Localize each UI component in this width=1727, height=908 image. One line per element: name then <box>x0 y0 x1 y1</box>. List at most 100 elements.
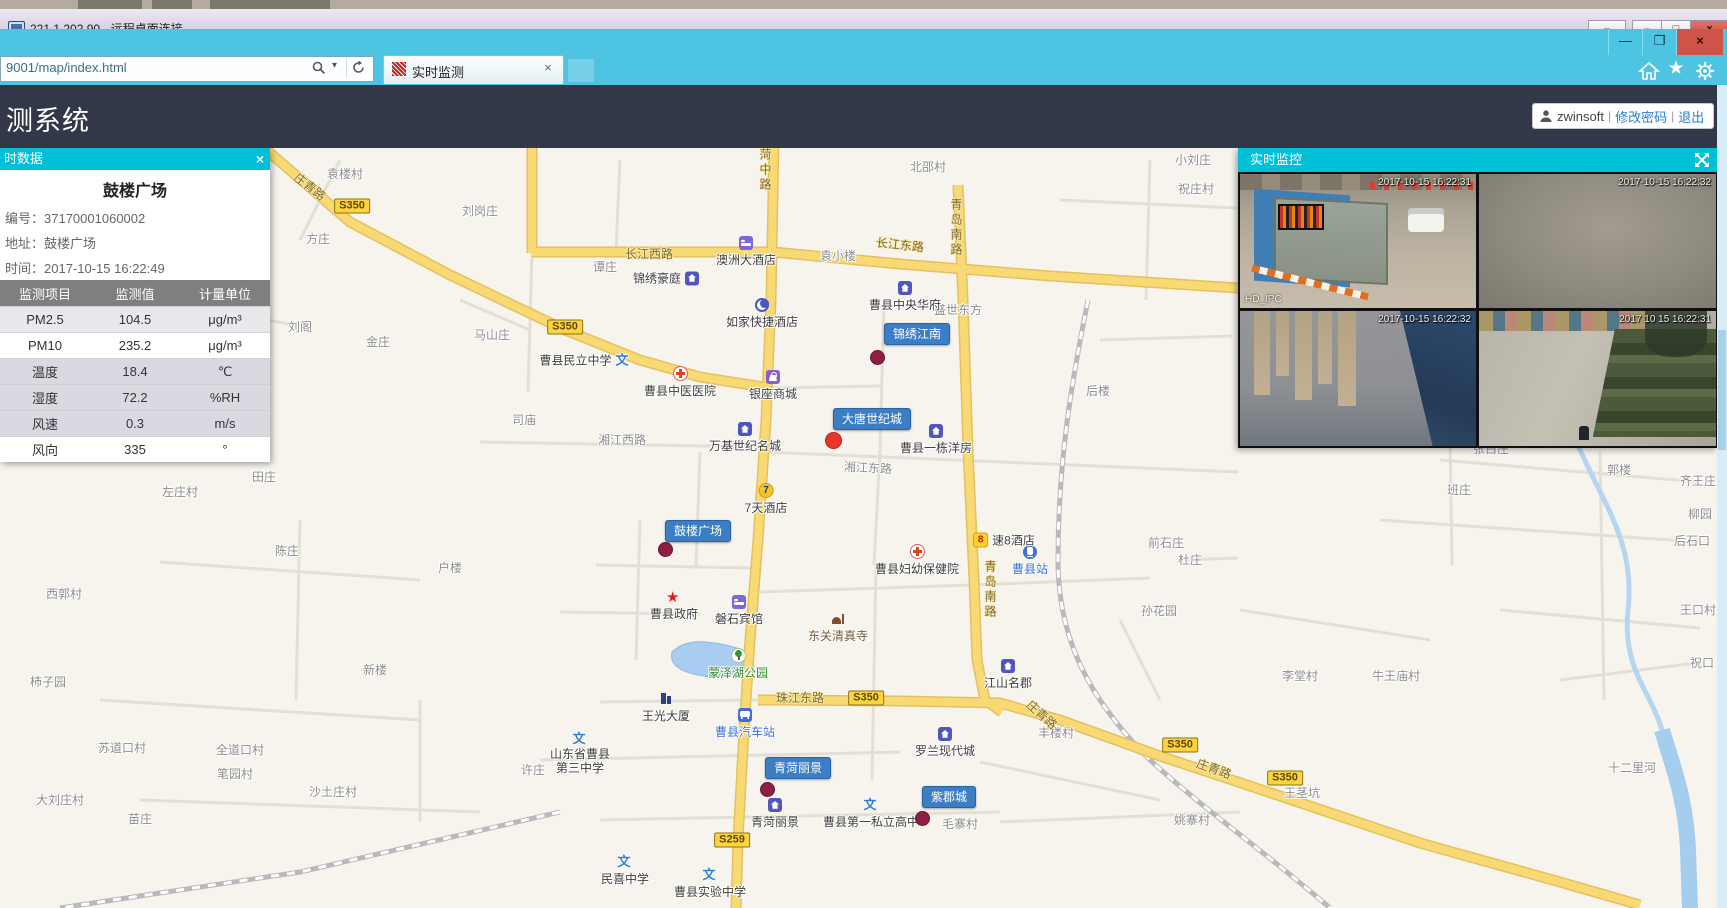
browser-tab[interactable] <box>383 55 564 84</box>
rdp-title-bar[interactable]: 221.1.202.90 - 远程桌面连接 ⇔ – □ × <box>0 9 1727 30</box>
browser-minimize-button[interactable]: — <box>1608 29 1642 55</box>
school-icon <box>573 731 588 746</box>
browser-close-button[interactable]: × <box>1676 29 1723 55</box>
camera-scene <box>1278 204 1324 230</box>
map-poi: 山东省曹县第三中学 <box>549 731 611 775</box>
station-marker-dot[interactable] <box>870 350 885 365</box>
residence-icon <box>1001 659 1015 673</box>
browser-scrollbar[interactable] <box>1717 85 1727 908</box>
camera-scene <box>1579 426 1589 440</box>
map-poi: 曹县第一私立高中 <box>823 797 919 830</box>
station-badge[interactable]: 大唐世纪城 <box>833 408 911 430</box>
map-poi: 曹县妇幼保健院 <box>875 544 959 577</box>
map-poi: 民喜中学 <box>601 854 649 887</box>
background-window-fragment <box>210 0 330 9</box>
station-badge[interactable]: 紫郡城 <box>922 786 976 808</box>
station-badge[interactable]: 锦绣江南 <box>884 323 950 345</box>
map-label-village: 刘岗庄 <box>462 202 498 219</box>
settings-gear-icon[interactable] <box>1694 60 1716 82</box>
route-shield: S350 <box>1162 738 1198 753</box>
station-badge[interactable]: 青菏丽景 <box>765 757 831 779</box>
new-tab-button[interactable] <box>567 58 595 83</box>
divider: | <box>1608 109 1611 123</box>
station-marker-dot[interactable] <box>760 782 775 797</box>
inn-icon <box>755 298 769 312</box>
favorites-star-icon[interactable]: ★ <box>1664 58 1688 80</box>
map-label-village: 大刘庄村 <box>36 791 84 808</box>
close-icon[interactable]: × <box>256 148 264 170</box>
map-poi: 青菏丽景 <box>751 798 799 830</box>
map-label-village: 田庄 <box>252 468 276 485</box>
panel-title: 实时监控 <box>1250 152 1302 167</box>
map-label-village: 金庄 <box>366 333 390 350</box>
map-label-village: 王茎坑 <box>1284 784 1320 801</box>
search-dropdown-caret-icon[interactable]: ▾ <box>332 60 337 71</box>
station-badge[interactable]: 鼓楼广场 <box>665 520 731 542</box>
remote-desktop-screen: 221.1.202.90 - 远程桌面连接 ⇔ – □ × — ❐ × 9001… <box>0 0 1727 908</box>
camera-timestamp: 2017 10 15 16:22:31 <box>1619 314 1711 325</box>
map-poi: 速8酒店 <box>973 532 1035 549</box>
page-title: 测系统 <box>6 99 90 138</box>
map-poi: 曹县中央华府 <box>869 281 941 313</box>
table-header-row: 监测项目 监测值 计量单位 <box>0 280 270 307</box>
camera-feed-3[interactable]: 2017-10-15 16:22:32 <box>1240 311 1476 446</box>
map-label-village: 后石口 <box>1674 532 1710 549</box>
map-label-village: 后楼 <box>1086 382 1110 399</box>
map-label-village: 沙土庄村 <box>309 783 357 800</box>
station-marker-dot-active[interactable] <box>825 432 842 449</box>
route-shield: S259 <box>714 833 750 848</box>
map-label-village: 祝口 <box>1690 654 1714 671</box>
map-label-village: 左庄村 <box>162 483 198 500</box>
map-label-village: 祝庄村 <box>1178 180 1214 197</box>
home-icon[interactable] <box>1638 60 1660 82</box>
change-password-link[interactable]: 修改密码 <box>1615 107 1667 126</box>
school-icon <box>863 797 878 812</box>
school-icon <box>702 867 717 882</box>
search-icon[interactable] <box>312 61 326 75</box>
station-marker-dot[interactable] <box>658 542 673 557</box>
map-poi: 蒙泽湖公园 <box>708 648 768 681</box>
camera-feed-4[interactable]: 2017 10 15 16:22:31 <box>1479 311 1716 446</box>
route-shield: S350 <box>547 320 583 335</box>
table-row: PM2.5104.5μg/m³ <box>0 307 270 333</box>
map-label-village: 柿子园 <box>30 673 66 690</box>
scrollbar-thumb[interactable] <box>1718 330 1726 450</box>
map-poi: 王光大厦 <box>642 692 690 724</box>
river <box>1574 436 1662 730</box>
map-label-village: 杜庄 <box>1178 551 1202 568</box>
camera-scene <box>1254 311 1270 395</box>
address-bar-url[interactable]: 9001/map/index.html <box>6 60 127 75</box>
table-row: PM10235.2μg/m³ <box>0 333 270 359</box>
map-label-village: 十二里河 <box>1608 759 1656 776</box>
expand-icon[interactable] <box>1694 152 1710 168</box>
map-poi: 锦绣豪庭 <box>633 270 699 287</box>
station-name: 鼓楼广场 <box>0 170 270 205</box>
tab-close-icon[interactable]: × <box>540 60 556 75</box>
panel-title: 时数据 <box>4 151 43 166</box>
table-row: 湿度72.2%RH <box>0 385 270 411</box>
refresh-icon[interactable] <box>351 60 366 75</box>
route-shield: S350 <box>848 691 884 706</box>
map-poi: 7天酒店 <box>745 483 788 516</box>
map-label-village: 孙花园 <box>1141 602 1177 619</box>
station-marker-dot[interactable] <box>915 811 930 826</box>
camera-feed-1[interactable]: 2017-10-15 16:22:31 HD_IPC <box>1240 174 1476 308</box>
browser-maximize-button[interactable]: ❐ <box>1642 29 1676 55</box>
seven-days-inn-icon <box>759 483 774 498</box>
camera-feed-2[interactable]: 2017-10-15 16:22:32 <box>1479 174 1716 308</box>
river <box>1662 730 1690 908</box>
tab-title[interactable]: 实时监测 <box>412 62 464 81</box>
divider: | <box>1671 109 1674 123</box>
residence-icon <box>738 422 752 436</box>
logout-link[interactable]: 退出 <box>1678 107 1704 126</box>
panel-header: 实时监控 <box>1238 148 1718 172</box>
map-poi: 曹县汽车站 <box>715 708 775 740</box>
school-icon <box>617 854 632 869</box>
camera-scene <box>1338 311 1356 406</box>
map-label-village: 郭楼 <box>1607 461 1631 478</box>
map-poi: 万基世纪名城 <box>709 422 781 454</box>
station-field: 时间：2017-10-15 16:22:49 <box>0 255 270 280</box>
map-label-village: 苗庄 <box>128 810 152 827</box>
residence-icon <box>685 271 699 285</box>
tab-favicon-icon <box>392 62 406 76</box>
